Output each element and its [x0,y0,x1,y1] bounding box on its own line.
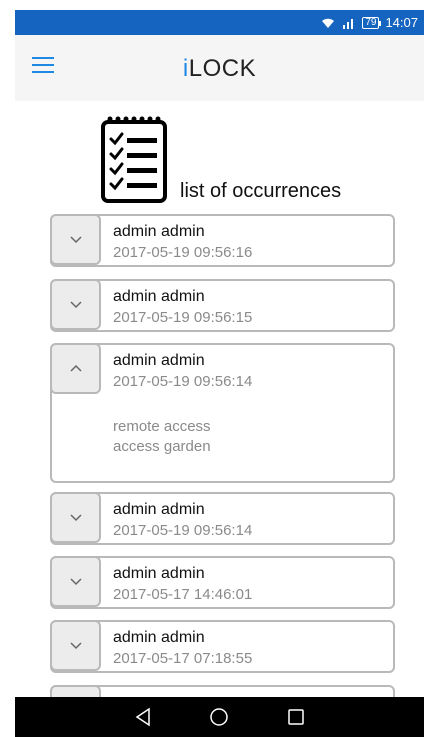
chevron-down-icon [69,514,82,522]
status-time: 14:07 [385,15,418,30]
occurrence-time: 2017-05-19 09:56:14 [113,373,253,390]
home-icon[interactable] [209,707,229,727]
occurrence-user: admin admin [113,352,205,369]
wifi-icon [322,18,335,28]
app-bar: iLOCK [15,35,424,101]
expand-toggle[interactable] [50,620,101,671]
chevron-down-icon [69,301,82,309]
signal-icon [343,18,354,29]
app-title-rest: LOCK [188,55,257,82]
occurrence-time: 2017-05-19 09:56:16 [113,244,253,261]
chevron-down-icon [69,236,82,244]
expand-toggle[interactable] [50,556,101,607]
content: list of occurrences admin admin 2017-05-… [15,101,424,697]
occurrence-detail: access garden [113,438,211,455]
chevron-down-icon [69,642,82,650]
app-title: iLOCK [15,55,424,83]
occurrence-card[interactable]: admin admin 2017-05-17 14:46:01 [50,556,395,609]
occurrence-user: admin admin [113,501,205,518]
occurrence-time: 2017-05-19 09:56:15 [113,309,253,326]
occurrence-card[interactable]: admin admin 2017-05-19 09:56:14 [50,492,395,545]
occurrence-card[interactable]: admin admin 2017-05-17 07:18:55 [50,620,395,673]
recents-icon[interactable] [287,708,305,726]
battery-icon: 79 [362,16,382,29]
occurrence-detail: remote access [113,418,211,435]
occurrence-time: 2017-05-19 09:56:14 [113,522,253,539]
occurrence-card[interactable]: admin admin 2017-05-19 09:56:15 [50,279,395,332]
occurrence-details: remote access access garden [113,417,211,457]
chevron-up-icon [69,364,82,372]
occurrence-card[interactable]: admin admin 2017-05-19 09:56:16 [50,214,395,267]
expand-toggle[interactable] [50,685,101,697]
occurrence-time: 2017-05-17 14:46:01 [113,586,253,603]
occurrence-user: admin admin [113,565,205,582]
status-bar: 79 14:07 [15,10,424,35]
system-nav-bar [15,697,424,737]
occurrence-card[interactable] [50,685,395,697]
collapse-toggle[interactable] [50,343,101,394]
occurrence-time: 2017-05-17 07:18:55 [113,650,253,667]
back-icon[interactable] [134,707,152,727]
expand-toggle[interactable] [50,214,101,265]
expand-toggle[interactable] [50,279,101,330]
list-title: list of occurrences [180,180,342,202]
expand-toggle[interactable] [50,492,101,543]
chevron-down-icon [69,578,82,586]
occurrence-user: admin admin [113,629,205,646]
occurrence-user: admin admin [113,223,205,240]
checklist-icon [100,114,168,204]
occurrence-card-expanded[interactable]: admin admin 2017-05-19 09:56:14 remote a… [50,343,395,483]
occurrence-user: admin admin [113,288,205,305]
